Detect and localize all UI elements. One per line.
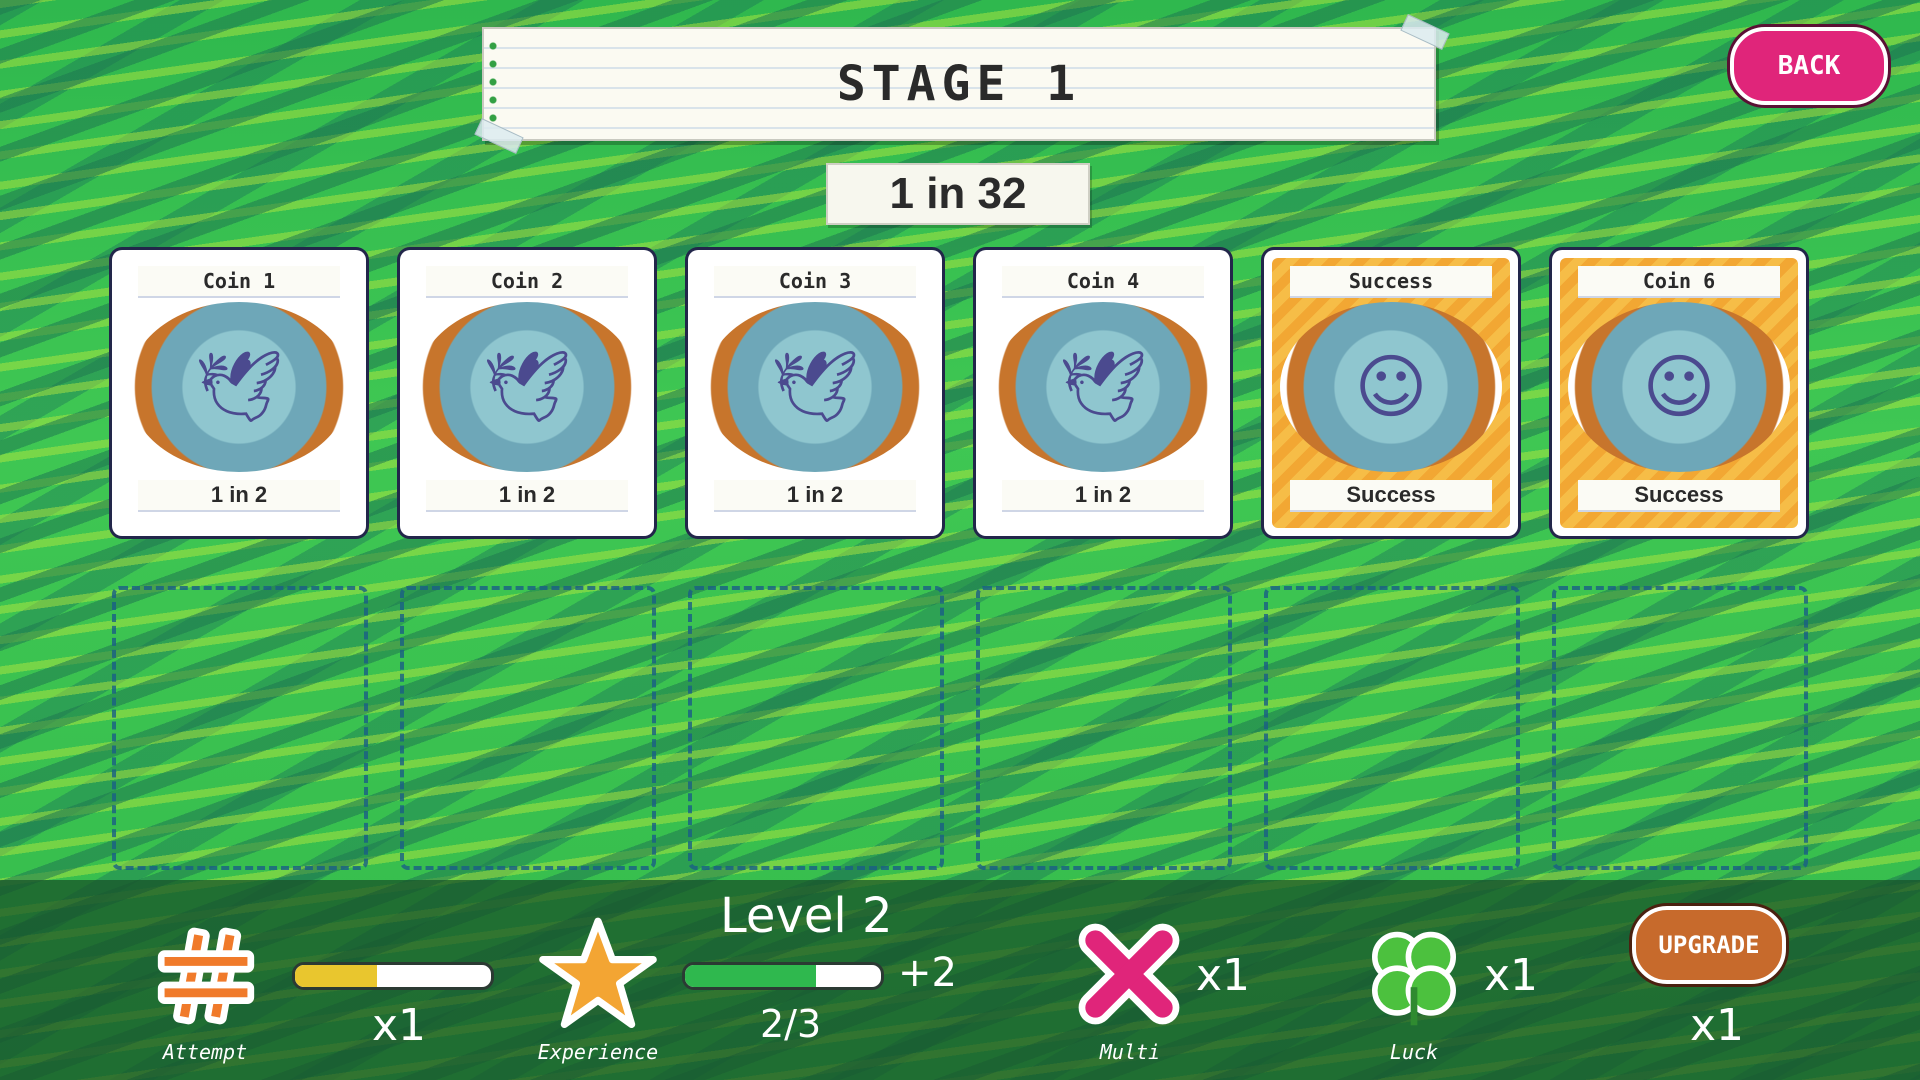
empty-card-slot[interactable] [1264,586,1520,870]
empty-card-slot[interactable] [112,586,368,870]
experience-progress-text: 2/3 [760,1002,822,1046]
coin-card[interactable]: Coin 1 🕊 1 in 2 [112,250,366,536]
star-icon [536,914,660,1034]
upgrade-button[interactable]: UPGRADE [1632,906,1786,984]
coin-card-result: 1 in 2 [714,480,916,512]
bird-coin-icon: 🕊 [704,302,926,472]
upgrade-multiplier: x1 [1690,1000,1745,1051]
coin-card-title: Coin 4 [1002,266,1204,298]
coin-card-title: Coin 3 [714,266,916,298]
head-coin-icon: ☺ [1568,302,1790,472]
back-button[interactable]: BACK [1730,27,1888,105]
coin-card[interactable]: Coin 3 🕊 1 in 2 [688,250,942,536]
stage-banner: STAGE 1 [474,14,1450,154]
attempt-multiplier: x1 [372,1000,427,1051]
notebook-holes [488,37,498,131]
experience-progress-bar [682,962,884,990]
coin-card-result: 1 in 2 [138,480,340,512]
coin-card-result: 1 in 2 [1002,480,1204,512]
coin-card-title: Success [1290,266,1492,298]
bird-coin-icon: 🕊 [992,302,1214,472]
coin-card[interactable]: Coin 6 ☺ Success [1552,250,1806,536]
head-coin-icon: ☺ [1280,302,1502,472]
tape-decoration [1400,14,1450,50]
coin-card-title: Coin 2 [426,266,628,298]
experience-progress-fill [685,965,817,987]
bird-coin-icon: 🕊 [128,302,350,472]
stage-title: STAGE 1 [836,56,1082,112]
bird-coin-icon: 🕊 [416,302,638,472]
empty-card-slot[interactable] [400,586,656,870]
attempt-progress-bar [292,962,494,990]
coin-card[interactable]: Success ☺ Success [1264,250,1518,536]
luck-label: Luck [1389,1040,1439,1064]
level-text: Level 2 [720,888,893,944]
attempt-progress-fill [295,965,378,987]
experience-label: Experience [537,1040,659,1064]
hashtag-icon [150,920,262,1032]
coin-card-result: 1 in 2 [426,480,628,512]
coin-card-title: Coin 1 [138,266,340,298]
coin-card[interactable]: Coin 2 🕊 1 in 2 [400,250,654,536]
luck-multiplier: x1 [1484,950,1539,1001]
experience-bonus: +2 [898,950,957,996]
coin-card-title: Coin 6 [1578,266,1780,298]
x-cross-icon [1070,918,1188,1030]
tape-decoration [474,118,524,154]
attempt-label: Attempt [162,1040,248,1064]
multi-label: Multi [1099,1040,1161,1064]
multi-multiplier: x1 [1196,950,1251,1001]
empty-card-slot[interactable] [976,586,1232,870]
coin-card[interactable]: Coin 4 🕊 1 in 2 [976,250,1230,536]
empty-card-slot[interactable] [1552,586,1808,870]
clover-icon [1358,920,1470,1032]
total-odds-label: 1 in 32 [826,163,1090,225]
coin-card-result: Success [1290,480,1492,512]
stats-bar [0,880,1920,1080]
empty-card-slot[interactable] [688,586,944,870]
coin-card-result: Success [1578,480,1780,512]
